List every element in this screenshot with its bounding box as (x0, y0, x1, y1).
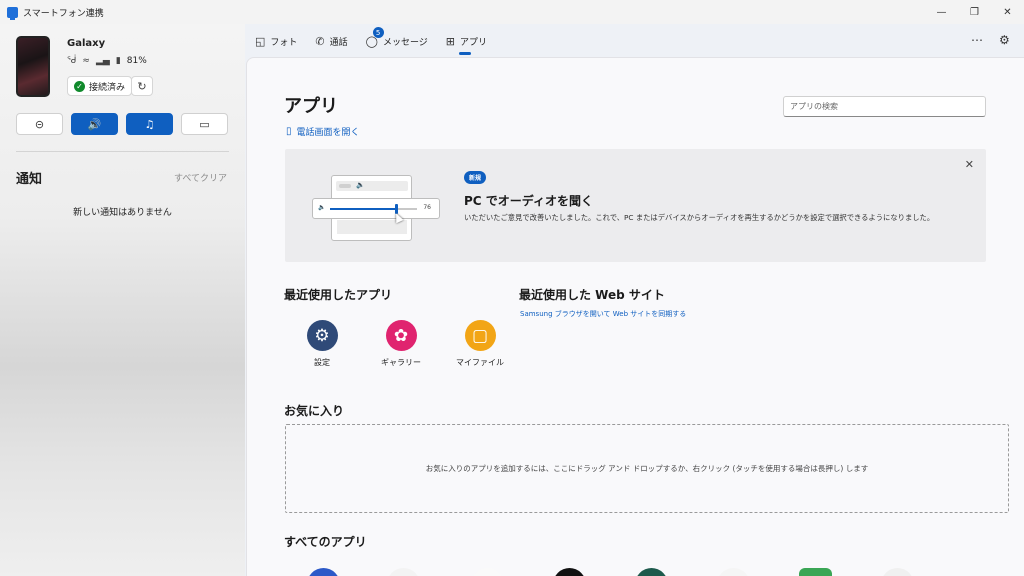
illustration-volume-fill (330, 208, 397, 210)
app-tile-settings[interactable]: ⚙ 設定 (287, 320, 357, 368)
do-not-disturb-icon: ⊝ (34, 117, 45, 131)
recent-apps-title: 最近使用したアプリ (284, 288, 393, 302)
quick-actions: ⊝ 🔊 ♫ ▭ (16, 113, 228, 135)
app-icon-partial[interactable] (387, 568, 420, 576)
close-button[interactable]: ✕ (991, 0, 1024, 24)
tab-label: メッセージ (382, 37, 428, 48)
illustration-volume-value: 76 (423, 204, 431, 211)
illustration-speaker-icon: 🔈 (336, 181, 408, 191)
app-label: 設定 (314, 358, 330, 367)
maximize-button[interactable]: ❐ (958, 0, 991, 24)
tab-messages[interactable]: ◯ 5 メッセージ (366, 27, 428, 52)
page-title: アプリ (284, 96, 338, 117)
battery-level: 81% (126, 56, 147, 66)
illustration-volume-icon: 🔈 (318, 204, 326, 211)
unread-badge: 5 (372, 27, 384, 38)
clear-all-link[interactable]: すべてクリア (174, 171, 227, 184)
app-icon-partial[interactable] (717, 568, 750, 576)
banner-title: PC でオーディオを聞く (464, 194, 593, 208)
speaker-icon: 🔊 (87, 117, 102, 131)
favorites-drop-zone[interactable]: お気に入りのアプリを追加するには、ここにドラッグ アンド ドロップするか、右クリ… (285, 424, 1009, 513)
tab-label: フォト (270, 37, 298, 48)
refresh-icon: ↻ (137, 79, 147, 93)
music-note-icon: ♫ (144, 117, 155, 131)
do-not-disturb-button[interactable]: ⊝ (16, 113, 63, 135)
tab-photos[interactable]: ◱ フォト (255, 30, 297, 52)
new-badge: 新規 (464, 171, 487, 184)
sync-websites-link[interactable]: Samsung ブラウザを開いて Web サイトを同期する (520, 309, 686, 319)
favorites-hint: お気に入りのアプリを追加するには、ここにドラッグ アンド ドロップするか、右クリ… (425, 464, 869, 473)
phone-image (16, 36, 50, 97)
connection-status-button[interactable]: ✓ 接続済み (67, 76, 133, 96)
tab-apps[interactable]: ⊞ アプリ (445, 30, 488, 55)
device-name: Galaxy (67, 38, 106, 49)
photo-icon: ◱ (255, 34, 266, 48)
main-panel: アプリ ▯ 電話画面を開く 🔈 🔈 76 新規 PC でオーディオを聞く いただ… (246, 57, 1024, 576)
gear-icon: ⚙ (306, 320, 338, 351)
phone-icon: ✆ (315, 34, 325, 48)
window-title: スマートフォン連携 (23, 8, 104, 19)
audio-button[interactable]: 🔊 (71, 113, 118, 135)
search-input[interactable] (783, 96, 986, 117)
phone-link-app-icon (7, 6, 18, 20)
app-icon-partial[interactable] (799, 568, 832, 576)
tab-label: 通話 (329, 37, 348, 48)
app-icon-partial[interactable] (307, 568, 340, 576)
refresh-button[interactable]: ↻ (131, 76, 153, 96)
check-icon: ✓ (74, 80, 85, 92)
sidebar-divider (16, 151, 229, 152)
flower-icon: ✿ (385, 320, 417, 351)
audio-output-button[interactable]: ▭ (181, 113, 228, 135)
no-notifications-text: 新しい通知はありません (73, 208, 172, 218)
battery-icon: ▮ (115, 56, 121, 66)
app-label: マイファイル (456, 358, 504, 367)
app-tile-my-files[interactable]: ▢ マイファイル (445, 320, 515, 368)
minimize-button[interactable]: — (925, 0, 958, 24)
illustration-volume-slider: 🔈 76 (312, 198, 440, 219)
banner-close-icon[interactable]: ✕ (965, 158, 974, 171)
bluetooth-icon: ᖂ (67, 56, 77, 66)
folder-icon: ▢ (464, 320, 496, 351)
app-tile-gallery[interactable]: ✿ ギャラリー (366, 320, 436, 368)
phone-screen-icon: ▯ (286, 126, 292, 137)
title-bar: スマートフォン連携 — ❐ ✕ (0, 0, 1024, 24)
settings-gear-icon[interactable]: ⚙ (999, 33, 1010, 47)
device-status: ᖂ ≈ ▂▄ ▮ 81% (67, 56, 147, 66)
all-apps-title: すべてのアプリ (284, 535, 367, 549)
connection-status-label: 接続済み (89, 82, 126, 93)
open-phone-screen-label: 電話画面を開く (296, 128, 360, 138)
app-icon-partial[interactable] (635, 568, 668, 576)
tab-label: アプリ (460, 37, 488, 48)
app-icon-partial[interactable] (881, 568, 914, 576)
open-phone-screen-link[interactable]: ▯ 電話画面を開く (286, 125, 360, 138)
apps-icon: ⊞ (445, 34, 456, 48)
recent-websites-title: 最近使用した Web サイト (519, 288, 665, 302)
feature-banner: 🔈 🔈 76 新規 PC でオーディオを聞く いただいたご意見で改善いたしました… (285, 149, 986, 262)
banner-description: いただいたご意見で改善いたしました。これで、PC またはデバイスからオーディオを… (464, 213, 935, 222)
window-controls: — ❐ ✕ (925, 0, 1024, 24)
signal-icon: ▂▄ (95, 56, 110, 66)
favorites-title: お気に入り (284, 404, 345, 418)
tab-bar: ◱ フォト ✆ 通話 ◯ 5 メッセージ ⊞ アプリ (255, 27, 488, 55)
device-audio-icon: ▭ (199, 117, 210, 131)
more-options-icon[interactable]: ⋯ (971, 33, 983, 47)
app-icon-partial[interactable] (471, 568, 504, 576)
wifi-icon: ≈ (82, 56, 90, 66)
sidebar: Galaxy ᖂ ≈ ▂▄ ▮ 81% ✓ 接続済み ↻ ⊝ 🔊 ♫ ▭ 通知 … (0, 24, 245, 576)
tab-calls[interactable]: ✆ 通話 (315, 30, 347, 52)
app-label: ギャラリー (381, 358, 421, 367)
app-icon-partial[interactable] (553, 568, 586, 576)
notifications-title: 通知 (16, 172, 43, 187)
media-button[interactable]: ♫ (126, 113, 173, 135)
